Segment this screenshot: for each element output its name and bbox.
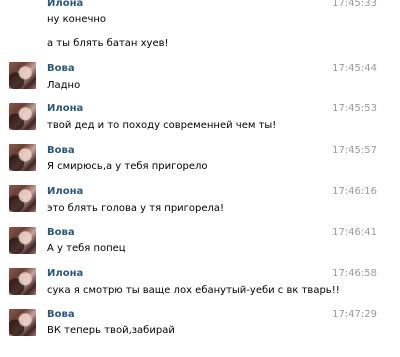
message-text: Ладно	[47, 80, 81, 91]
message-text: А у тебя попец	[47, 243, 126, 254]
message-text: твой дед и то походу современней чем ты!	[47, 120, 277, 131]
message-item: Илона 17:45:33 ну конечно а ты блять бат…	[0, 0, 400, 60]
message-item: Вова 17:46:41 А у тебя попец	[0, 225, 400, 265]
avatar[interactable]	[9, 227, 36, 254]
message-text: ВК теперь твой,забирай	[47, 325, 175, 336]
message-time: 17:46:58	[332, 268, 377, 279]
message-time: 17:45:33	[332, 0, 377, 9]
message-time: 17:46:16	[332, 186, 377, 197]
message-text: сука я смотрю ты ваще лох ебанутый-уеби …	[47, 285, 340, 296]
message-time: 17:46:41	[332, 227, 377, 238]
avatar[interactable]	[9, 185, 36, 212]
sender-name-link[interactable]: Вова	[47, 227, 75, 238]
sender-name-link[interactable]: Илона	[47, 268, 83, 279]
message-time: 17:47:29	[332, 309, 377, 320]
avatar[interactable]	[9, 309, 36, 336]
message-text: а ты блять батан хуев!	[47, 38, 169, 49]
sender-name-link[interactable]: Илона	[47, 186, 83, 197]
message-item: Вова 17:47:29 ВК теперь твой,забирай	[0, 307, 400, 355]
avatar[interactable]	[9, 103, 36, 130]
message-text: это блять голова у тя пригорела!	[47, 203, 225, 214]
sender-name-link[interactable]: Илона	[47, 0, 83, 9]
avatar[interactable]	[9, 144, 36, 171]
chat-history: Илона 17:45:33 ну конечно а ты блять бат…	[0, 0, 400, 357]
message-item: Илона 17:46:58 сука я смотрю ты ваще лох…	[0, 266, 400, 306]
avatar[interactable]	[9, 268, 36, 295]
message-text: Я смирюсь,а у тебя пригорело	[47, 161, 208, 172]
message-item: Илона 17:46:16 это блять голова у тя при…	[0, 183, 400, 223]
avatar[interactable]	[9, 62, 36, 89]
message-time: 17:45:53	[332, 103, 377, 114]
message-text: ну конечно	[47, 14, 107, 25]
message-item: Илона 17:45:53 твой дед и то походу совр…	[0, 101, 400, 141]
message-time: 17:45:57	[332, 145, 377, 156]
sender-name-link[interactable]: Вова	[47, 309, 75, 320]
message-item: Вова 17:45:44 Ладно	[0, 60, 400, 100]
sender-name-link[interactable]: Вова	[47, 145, 75, 156]
sender-name-link[interactable]: Илона	[47, 103, 83, 114]
message-item: Вова 17:45:57 Я смирюсь,а у тебя пригоре…	[0, 142, 400, 182]
sender-name-link[interactable]: Вова	[47, 63, 75, 74]
message-time: 17:45:44	[332, 63, 377, 74]
